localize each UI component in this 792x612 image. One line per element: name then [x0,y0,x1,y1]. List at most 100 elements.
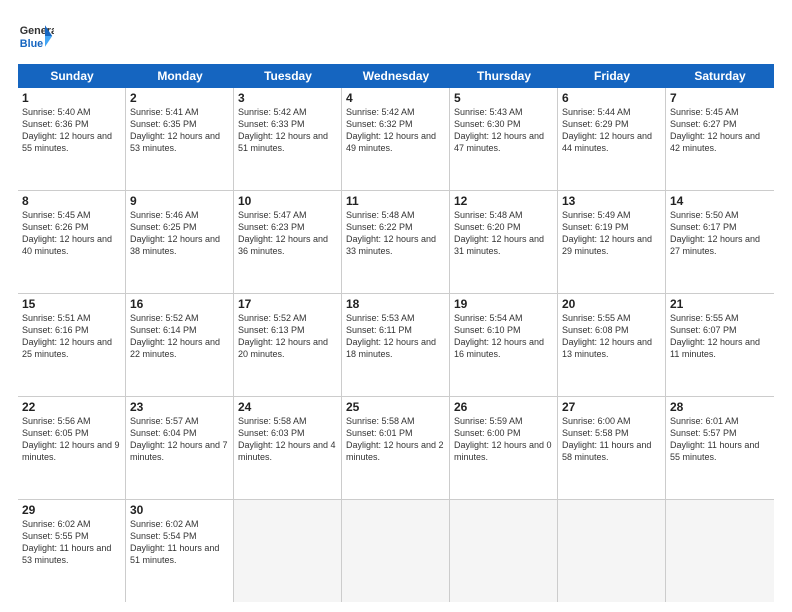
day-info: Sunrise: 5:55 AMSunset: 6:07 PMDaylight:… [670,312,770,361]
day-info: Sunrise: 5:45 AMSunset: 6:27 PMDaylight:… [670,106,770,155]
day-number: 15 [22,297,121,311]
day-info: Sunrise: 5:42 AMSunset: 6:33 PMDaylight:… [238,106,337,155]
calendar-cell: 28Sunrise: 6:01 AMSunset: 5:57 PMDayligh… [666,397,774,499]
day-info: Sunrise: 6:00 AMSunset: 5:58 PMDaylight:… [562,415,661,464]
day-number: 23 [130,400,229,414]
calendar-cell: 25Sunrise: 5:58 AMSunset: 6:01 PMDayligh… [342,397,450,499]
header: General Blue [18,18,774,54]
day-info: Sunrise: 5:49 AMSunset: 6:19 PMDaylight:… [562,209,661,258]
day-number: 30 [130,503,229,517]
day-number: 19 [454,297,553,311]
calendar-cell: 1Sunrise: 5:40 AMSunset: 6:36 PMDaylight… [18,88,126,190]
calendar-cell [450,500,558,602]
day-info: Sunrise: 5:53 AMSunset: 6:11 PMDaylight:… [346,312,445,361]
day-number: 20 [562,297,661,311]
day-info: Sunrise: 5:41 AMSunset: 6:35 PMDaylight:… [130,106,229,155]
day-info: Sunrise: 5:58 AMSunset: 6:01 PMDaylight:… [346,415,445,464]
calendar-cell: 3Sunrise: 5:42 AMSunset: 6:33 PMDaylight… [234,88,342,190]
calendar-header: SundayMondayTuesdayWednesdayThursdayFrid… [18,64,774,88]
day-number: 28 [670,400,770,414]
day-number: 25 [346,400,445,414]
calendar-cell: 30Sunrise: 6:02 AMSunset: 5:54 PMDayligh… [126,500,234,602]
day-number: 21 [670,297,770,311]
calendar-row-5: 29Sunrise: 6:02 AMSunset: 5:55 PMDayligh… [18,500,774,602]
calendar: SundayMondayTuesdayWednesdayThursdayFrid… [18,64,774,602]
day-info: Sunrise: 5:59 AMSunset: 6:00 PMDaylight:… [454,415,553,464]
day-number: 22 [22,400,121,414]
calendar-cell: 20Sunrise: 5:55 AMSunset: 6:08 PMDayligh… [558,294,666,396]
calendar-cell [666,500,774,602]
calendar-cell: 26Sunrise: 5:59 AMSunset: 6:00 PMDayligh… [450,397,558,499]
day-number: 29 [22,503,121,517]
day-info: Sunrise: 5:42 AMSunset: 6:32 PMDaylight:… [346,106,445,155]
calendar-cell: 15Sunrise: 5:51 AMSunset: 6:16 PMDayligh… [18,294,126,396]
calendar-cell: 17Sunrise: 5:52 AMSunset: 6:13 PMDayligh… [234,294,342,396]
svg-text:Blue: Blue [20,38,43,50]
calendar-cell: 7Sunrise: 5:45 AMSunset: 6:27 PMDaylight… [666,88,774,190]
day-info: Sunrise: 6:01 AMSunset: 5:57 PMDaylight:… [670,415,770,464]
calendar-cell: 23Sunrise: 5:57 AMSunset: 6:04 PMDayligh… [126,397,234,499]
calendar-cell: 29Sunrise: 6:02 AMSunset: 5:55 PMDayligh… [18,500,126,602]
page: General Blue SundayMondayTuesdayWednesda… [0,0,792,612]
day-number: 17 [238,297,337,311]
day-number: 27 [562,400,661,414]
day-info: Sunrise: 5:48 AMSunset: 6:20 PMDaylight:… [454,209,553,258]
day-info: Sunrise: 5:45 AMSunset: 6:26 PMDaylight:… [22,209,121,258]
weekday-header-sunday: Sunday [18,64,126,88]
day-number: 9 [130,194,229,208]
calendar-row-3: 15Sunrise: 5:51 AMSunset: 6:16 PMDayligh… [18,294,774,397]
day-info: Sunrise: 6:02 AMSunset: 5:54 PMDaylight:… [130,518,229,567]
calendar-cell: 8Sunrise: 5:45 AMSunset: 6:26 PMDaylight… [18,191,126,293]
day-info: Sunrise: 5:52 AMSunset: 6:13 PMDaylight:… [238,312,337,361]
calendar-cell: 10Sunrise: 5:47 AMSunset: 6:23 PMDayligh… [234,191,342,293]
calendar-cell: 21Sunrise: 5:55 AMSunset: 6:07 PMDayligh… [666,294,774,396]
day-info: Sunrise: 5:43 AMSunset: 6:30 PMDaylight:… [454,106,553,155]
weekday-header-tuesday: Tuesday [234,64,342,88]
day-info: Sunrise: 5:52 AMSunset: 6:14 PMDaylight:… [130,312,229,361]
day-info: Sunrise: 5:40 AMSunset: 6:36 PMDaylight:… [22,106,121,155]
day-info: Sunrise: 5:58 AMSunset: 6:03 PMDaylight:… [238,415,337,464]
calendar-cell: 5Sunrise: 5:43 AMSunset: 6:30 PMDaylight… [450,88,558,190]
calendar-cell: 4Sunrise: 5:42 AMSunset: 6:32 PMDaylight… [342,88,450,190]
day-number: 12 [454,194,553,208]
calendar-cell: 24Sunrise: 5:58 AMSunset: 6:03 PMDayligh… [234,397,342,499]
calendar-cell: 22Sunrise: 5:56 AMSunset: 6:05 PMDayligh… [18,397,126,499]
calendar-cell [234,500,342,602]
weekday-header-wednesday: Wednesday [342,64,450,88]
calendar-cell: 6Sunrise: 5:44 AMSunset: 6:29 PMDaylight… [558,88,666,190]
calendar-cell: 19Sunrise: 5:54 AMSunset: 6:10 PMDayligh… [450,294,558,396]
logo: General Blue [18,18,54,54]
day-number: 5 [454,91,553,105]
calendar-cell: 2Sunrise: 5:41 AMSunset: 6:35 PMDaylight… [126,88,234,190]
calendar-row-4: 22Sunrise: 5:56 AMSunset: 6:05 PMDayligh… [18,397,774,500]
day-info: Sunrise: 5:55 AMSunset: 6:08 PMDaylight:… [562,312,661,361]
day-number: 7 [670,91,770,105]
day-number: 13 [562,194,661,208]
day-number: 11 [346,194,445,208]
calendar-cell: 18Sunrise: 5:53 AMSunset: 6:11 PMDayligh… [342,294,450,396]
day-number: 26 [454,400,553,414]
day-number: 16 [130,297,229,311]
day-number: 8 [22,194,121,208]
calendar-cell: 9Sunrise: 5:46 AMSunset: 6:25 PMDaylight… [126,191,234,293]
calendar-cell: 16Sunrise: 5:52 AMSunset: 6:14 PMDayligh… [126,294,234,396]
calendar-row-2: 8Sunrise: 5:45 AMSunset: 6:26 PMDaylight… [18,191,774,294]
day-info: Sunrise: 5:50 AMSunset: 6:17 PMDaylight:… [670,209,770,258]
logo-icon: General Blue [18,18,54,54]
day-number: 18 [346,297,445,311]
calendar-body: 1Sunrise: 5:40 AMSunset: 6:36 PMDaylight… [18,88,774,602]
calendar-cell: 11Sunrise: 5:48 AMSunset: 6:22 PMDayligh… [342,191,450,293]
weekday-header-saturday: Saturday [666,64,774,88]
calendar-cell [558,500,666,602]
day-number: 14 [670,194,770,208]
day-info: Sunrise: 5:54 AMSunset: 6:10 PMDaylight:… [454,312,553,361]
day-info: Sunrise: 5:46 AMSunset: 6:25 PMDaylight:… [130,209,229,258]
day-info: Sunrise: 5:56 AMSunset: 6:05 PMDaylight:… [22,415,121,464]
calendar-row-1: 1Sunrise: 5:40 AMSunset: 6:36 PMDaylight… [18,88,774,191]
day-number: 1 [22,91,121,105]
day-info: Sunrise: 5:47 AMSunset: 6:23 PMDaylight:… [238,209,337,258]
day-number: 6 [562,91,661,105]
day-number: 3 [238,91,337,105]
calendar-cell: 12Sunrise: 5:48 AMSunset: 6:20 PMDayligh… [450,191,558,293]
calendar-cell: 13Sunrise: 5:49 AMSunset: 6:19 PMDayligh… [558,191,666,293]
